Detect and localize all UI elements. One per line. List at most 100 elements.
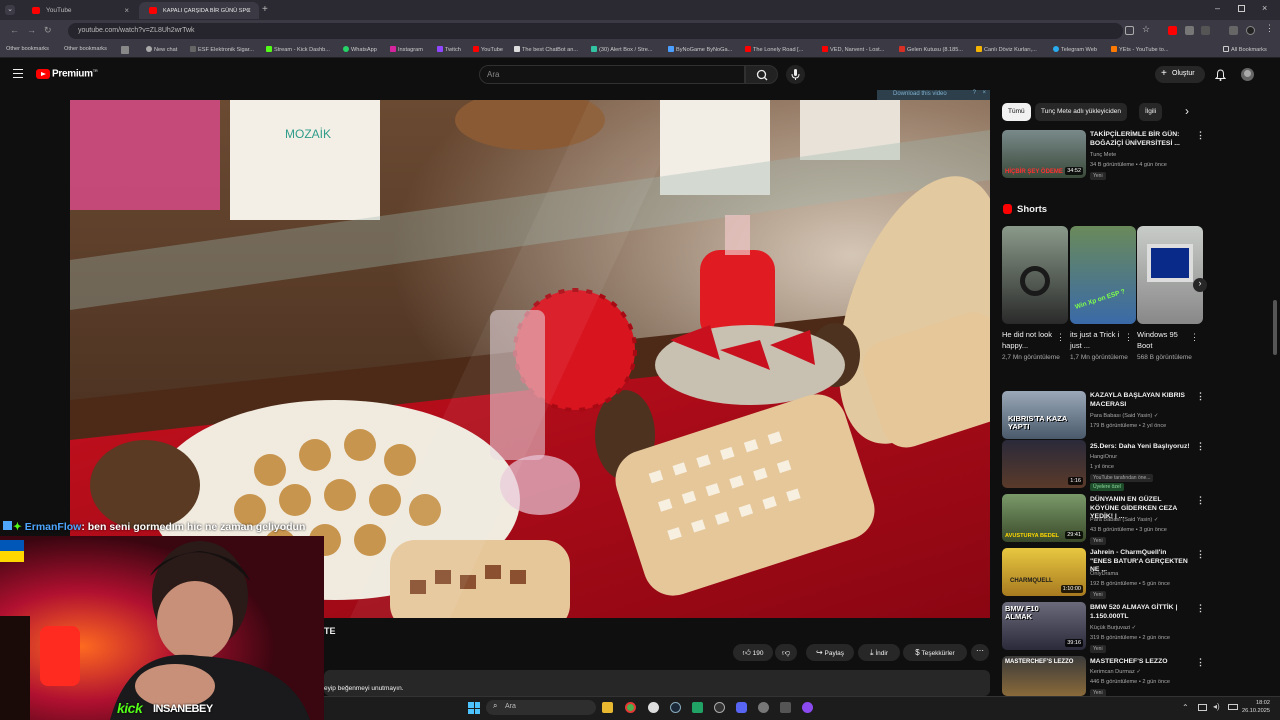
kebab-menu-icon[interactable]: ⋮ xyxy=(1190,332,1199,343)
video-thumbnail[interactable]: BMW F10 ALMAK 39:16 xyxy=(1002,602,1086,650)
short-thumbnail[interactable] xyxy=(1002,226,1068,324)
back-icon[interactable]: ← xyxy=(10,25,19,35)
notifications-bell-icon[interactable] xyxy=(1214,68,1227,86)
bookmark-item[interactable]: WhatsApp xyxy=(343,46,377,53)
close-window-button[interactable]: × xyxy=(1262,3,1267,13)
chip-all[interactable]: Tümü xyxy=(1002,103,1031,121)
obs-icon[interactable] xyxy=(714,702,725,713)
url-bar[interactable]: youtube.com/watch?v=ZL8Uh2wrTwk xyxy=(68,23,1123,39)
apps-grid-icon[interactable] xyxy=(121,46,129,54)
description-box[interactable]: eyip beğenmeyi unutmayın. xyxy=(324,670,990,696)
account-avatar[interactable] xyxy=(1241,68,1254,81)
channel-name[interactable]: Para Babası (Said Yasin) ✓ xyxy=(1090,517,1159,523)
puzzle-icon[interactable] xyxy=(1229,26,1238,35)
download-button[interactable]: ⤓ İndir xyxy=(858,644,900,661)
kebab-menu-icon[interactable]: ⋮ xyxy=(1196,603,1205,614)
chrome-icon[interactable] xyxy=(625,702,636,713)
windows-start-icon[interactable] xyxy=(468,702,480,714)
close-icon[interactable]: × xyxy=(124,6,129,15)
chip-from-uploader[interactable]: Tunç Mete adlı yükleyiciden xyxy=(1035,103,1127,121)
kebab-menu-icon[interactable]: ⋮ xyxy=(1196,130,1205,141)
video-thumbnail[interactable]: AVUSTURYA BEDEL 29:41 xyxy=(1002,494,1086,542)
all-bookmarks[interactable]: All Bookmarks xyxy=(1223,46,1267,53)
video-thumbnail[interactable]: CHARMQUELL 1:10:00 xyxy=(1002,548,1086,596)
maximize-button[interactable] xyxy=(1238,5,1245,12)
minimize-button[interactable]: – xyxy=(1215,3,1220,13)
youtube-logo-icon[interactable] xyxy=(36,69,50,79)
close-icon[interactable]: × xyxy=(982,90,986,96)
kebab-menu-icon[interactable]: ⋮ xyxy=(1196,495,1205,506)
short-title[interactable]: Windows 95 Boot xyxy=(1137,329,1191,351)
short-title[interactable]: its just a Trick i just ... xyxy=(1070,329,1124,351)
bookmark-item[interactable]: YEts - YouTube to... xyxy=(1111,46,1169,53)
share-button[interactable]: ↪ Paylaş xyxy=(806,644,854,661)
thanks-button[interactable]: $ Teşekkürler xyxy=(903,644,967,661)
bookmark-item[interactable]: Other bookmarks xyxy=(64,46,107,52)
taskbar-clock[interactable]: 18:02 26.10.2025 xyxy=(1240,700,1270,714)
dislike-button[interactable]: 👎︎ xyxy=(775,644,797,661)
video-thumbnail[interactable]: 1:16 xyxy=(1002,440,1086,488)
bookmark-item[interactable]: YouTube xyxy=(473,46,503,53)
video-thumbnail[interactable]: HİÇBİR ŞEY ÖDEME 34:52 xyxy=(1002,130,1086,178)
video-title[interactable]: TAKİPÇİLERİMLE BİR GÜN: BOĞAZİÇİ ÜNİVERS… xyxy=(1090,131,1190,148)
file-explorer-icon[interactable] xyxy=(602,702,613,713)
channel-name[interactable]: OnlyDrama xyxy=(1090,571,1118,577)
bookmark-item[interactable]: VED, Narvent - Lost... xyxy=(822,46,884,53)
bookmark-item[interactable]: Other bookmarks xyxy=(6,46,49,52)
network-icon[interactable] xyxy=(1198,704,1207,711)
search-input[interactable]: Ara xyxy=(479,65,745,84)
video-thumbnail[interactable]: MASTERCHEF'S LEZZO xyxy=(1002,656,1086,696)
video-title[interactable]: MASTERCHEF'S LEZZO xyxy=(1090,658,1190,667)
chevron-right-icon[interactable]: › xyxy=(1185,104,1189,118)
bookmark-item[interactable]: (30) Alert Box / Stre... xyxy=(591,46,652,53)
tab-search-button[interactable]: ⌄ xyxy=(5,5,15,15)
bookmark-item[interactable]: Instagram xyxy=(390,46,423,53)
video-title[interactable]: KAZAYLA BAŞLAYAN KIBRIS MACERASI xyxy=(1090,392,1190,409)
short-thumbnail[interactable] xyxy=(1137,226,1203,324)
channel-name[interactable]: Tunç Mete xyxy=(1090,152,1116,158)
create-button[interactable]: + Oluştur xyxy=(1155,66,1205,83)
more-actions-button[interactable]: ⋯ xyxy=(971,644,989,661)
channel-name[interactable]: Kerimcan Durmaz ✓ xyxy=(1090,669,1141,675)
short-thumbnail[interactable]: Win Xp on ESP ? xyxy=(1070,226,1136,324)
close-icon[interactable]: × xyxy=(246,6,251,15)
bookmark-item[interactable]: ByNoGame ByNoGa... xyxy=(668,46,732,53)
bookmark-item[interactable]: The Lonely Road [... xyxy=(745,46,803,53)
tab-youtube[interactable]: YouTube × xyxy=(22,2,137,19)
channel-name[interactable]: Para Babası (Said Yasin) ✓ xyxy=(1090,413,1159,419)
forward-icon[interactable]: → xyxy=(27,25,36,35)
reload-icon[interactable]: ↻ xyxy=(44,25,52,36)
settings-gear-icon[interactable] xyxy=(758,702,769,713)
like-button[interactable]: 👍︎ 190 xyxy=(733,644,773,661)
kebab-menu-icon[interactable]: ⋮ xyxy=(1196,391,1205,402)
bookmark-item[interactable]: Telegram Web xyxy=(1053,46,1097,53)
tray-chevron-icon[interactable]: ⌃ xyxy=(1182,703,1189,712)
video-thumbnail[interactable]: KIBRIS'TA KAZA YAPTI xyxy=(1002,391,1086,439)
new-tab-button[interactable]: + xyxy=(262,4,268,15)
voice-search-button[interactable] xyxy=(786,65,805,84)
star-icon[interactable]: ☆ xyxy=(1142,24,1151,34)
chip-related[interactable]: İlgili xyxy=(1139,103,1163,121)
video-title[interactable]: BMW 520 ALMAYA GİTTİK | 1.150.000TL xyxy=(1090,604,1190,621)
battery-icon[interactable] xyxy=(1228,704,1238,710)
page-scrollbar[interactable] xyxy=(1273,300,1277,355)
kebab-menu-icon[interactable]: ⋮ xyxy=(1265,23,1274,33)
app-icon[interactable] xyxy=(802,702,813,713)
app-icon[interactable] xyxy=(736,702,747,713)
bookmark-item[interactable]: The best ChatBot an... xyxy=(514,46,578,53)
short-title[interactable]: He did not look happy... xyxy=(1002,329,1056,351)
bookmark-item[interactable]: ESF Elektronik Sigar... xyxy=(190,46,254,53)
extension-dark-icon[interactable] xyxy=(1201,26,1210,35)
chatgpt-icon[interactable] xyxy=(648,702,659,713)
kebab-menu-icon[interactable]: ⋮ xyxy=(1196,657,1205,668)
download-video-bar[interactable]: Download this video ? × xyxy=(877,90,990,100)
app-icon[interactable] xyxy=(780,702,791,713)
bookmark-item[interactable]: Canlı Döviz Kurları,... xyxy=(976,46,1037,53)
cast-icon[interactable] xyxy=(1125,26,1134,35)
kebab-menu-icon[interactable]: ⋮ xyxy=(1056,332,1065,343)
kebab-menu-icon[interactable]: ⋮ xyxy=(1196,441,1205,452)
bookmark-item[interactable]: New chat xyxy=(146,46,177,53)
premium-logo[interactable]: PremiumTR xyxy=(52,68,98,79)
tab-video-active[interactable]: KAPALI ÇARŞIDA BİR GÜNÜ SPC × xyxy=(139,2,259,19)
kebab-menu-icon[interactable]: ⋮ xyxy=(1196,549,1205,560)
